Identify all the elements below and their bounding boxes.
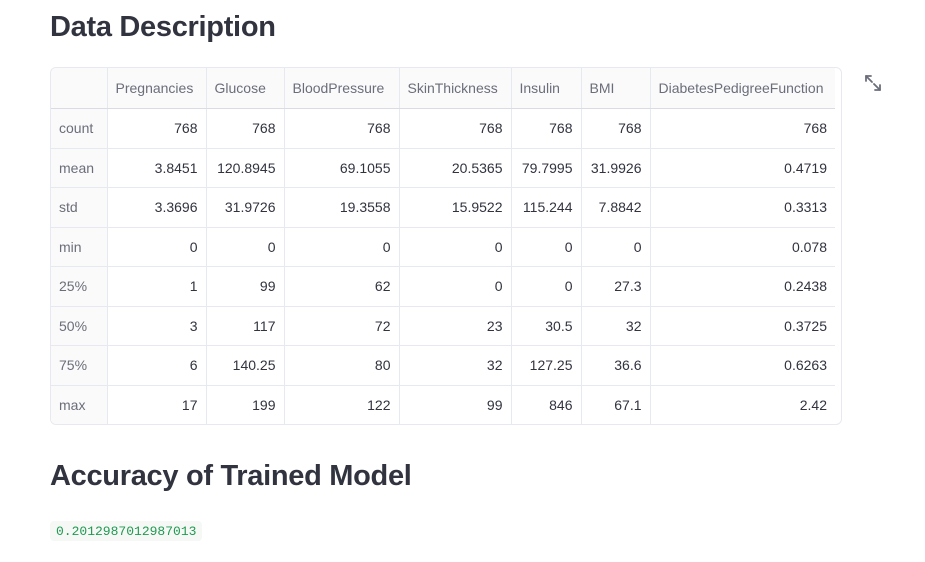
header-cell[interactable]: DiabetesPedigreeFunction <box>650 68 835 109</box>
row-label: mean <box>51 148 108 188</box>
table-cell: 199 <box>206 385 285 424</box>
row-label: 75% <box>51 345 108 386</box>
header-cell[interactable]: Insulin <box>511 68 582 109</box>
table-row: min 0 0 0 0 0 0 0.078 <box>51 227 835 267</box>
accuracy-value: 0.2012987012987013 <box>50 521 203 541</box>
table-cell: 3.8451 <box>107 148 207 188</box>
table-cell: 36.6 <box>581 345 651 386</box>
table-cell: 72 <box>284 306 400 346</box>
table-cell: 3 <box>107 306 207 346</box>
table-cell: 31.9726 <box>206 187 285 228</box>
table-cell: 30.5 <box>511 306 582 346</box>
table-cell: 0 <box>581 227 651 267</box>
table-cell: 0 <box>399 266 512 307</box>
row-label: 50% <box>51 306 108 346</box>
table-cell: 768 <box>581 108 651 149</box>
table-cell: 15.9522 <box>399 187 512 228</box>
table-row: mean 3.8451 120.8945 69.1055 20.5365 79.… <box>51 148 835 188</box>
data-description-heading: Data Description <box>50 11 276 43</box>
table-header-row: Pregnancies Glucose BloodPressure SkinTh… <box>51 68 835 109</box>
table-cell: 768 <box>284 108 400 149</box>
header-cell[interactable]: SkinThickness <box>399 68 512 109</box>
table-cell: 768 <box>511 108 582 149</box>
table-cell: 846 <box>511 385 582 424</box>
accuracy-heading: Accuracy of Trained Model <box>50 460 412 492</box>
row-label: std <box>51 187 108 228</box>
row-label: count <box>51 108 108 149</box>
table-cell: 99 <box>399 385 512 424</box>
table-cell: 0 <box>511 266 582 307</box>
table-row: count 768 768 768 768 768 768 768 <box>51 108 835 149</box>
table-cell: 0 <box>511 227 582 267</box>
table-cell: 20.5365 <box>399 148 512 188</box>
page: Data Description Pregnancies Glucose Blo… <box>0 0 925 562</box>
table-cell: 99 <box>206 266 285 307</box>
table-cell: 0.3313 <box>650 187 835 228</box>
table-cell: 0.078 <box>650 227 835 267</box>
table-cell: 127.25 <box>511 345 582 386</box>
table-cell: 768 <box>107 108 207 149</box>
table-cell: 80 <box>284 345 400 386</box>
table-cell: 3.3696 <box>107 187 207 228</box>
table-cell: 1 <box>107 266 207 307</box>
table-cell: 69.1055 <box>284 148 400 188</box>
header-cell[interactable]: Glucose <box>206 68 285 109</box>
table-cell: 19.3558 <box>284 187 400 228</box>
table-cell: 7.8842 <box>581 187 651 228</box>
table-cell: 0.2438 <box>650 266 835 307</box>
table-cell: 0.4719 <box>650 148 835 188</box>
table-cell: 0.3725 <box>650 306 835 346</box>
table-row: 25% 1 99 62 0 0 27.3 0.2438 <box>51 266 835 307</box>
table-cell: 62 <box>284 266 400 307</box>
table-cell: 115.244 <box>511 187 582 228</box>
row-label: min <box>51 227 108 267</box>
table-cell: 0.6263 <box>650 345 835 386</box>
table-row: 50% 3 117 72 23 30.5 32 0.3725 <box>51 306 835 346</box>
table-cell: 0 <box>284 227 400 267</box>
table-cell: 23 <box>399 306 512 346</box>
table-row: std 3.3696 31.9726 19.3558 15.9522 115.2… <box>51 187 835 228</box>
table-cell: 17 <box>107 385 207 424</box>
table-cell: 122 <box>284 385 400 424</box>
header-cell[interactable]: Pregnancies <box>107 68 207 109</box>
table-cell: 32 <box>399 345 512 386</box>
table-cell: 140.25 <box>206 345 285 386</box>
table-cell: 768 <box>399 108 512 149</box>
header-cell[interactable] <box>51 68 108 109</box>
expand-icon[interactable] <box>862 72 884 94</box>
table-cell: 0 <box>107 227 207 267</box>
table-cell: 768 <box>650 108 835 149</box>
table-cell: 120.8945 <box>206 148 285 188</box>
dataframe: Pregnancies Glucose BloodPressure SkinTh… <box>51 68 835 424</box>
table-cell: 0 <box>399 227 512 267</box>
row-label: 25% <box>51 266 108 307</box>
table-cell: 67.1 <box>581 385 651 424</box>
table-cell: 79.7995 <box>511 148 582 188</box>
header-cell[interactable]: BMI <box>581 68 651 109</box>
row-label: max <box>51 385 108 424</box>
table-cell: 2.42 <box>799 396 827 413</box>
table-row: max 17 199 122 99 846 67.1 2.42 <box>51 385 835 424</box>
table-cell: 32 <box>581 306 651 346</box>
table-cell: 0 <box>206 227 285 267</box>
table-cell: 6 <box>107 345 207 386</box>
data-description-table[interactable]: Pregnancies Glucose BloodPressure SkinTh… <box>50 67 842 425</box>
table-row: 75% 6 140.25 80 32 127.25 36.6 0.6263 <box>51 345 835 386</box>
table-cell: 768 <box>206 108 285 149</box>
table-cell: 117 <box>206 306 285 346</box>
header-cell[interactable]: BloodPressure <box>284 68 400 109</box>
table-cell: 27.3 <box>581 266 651 307</box>
table-cell: 31.9926 <box>581 148 651 188</box>
